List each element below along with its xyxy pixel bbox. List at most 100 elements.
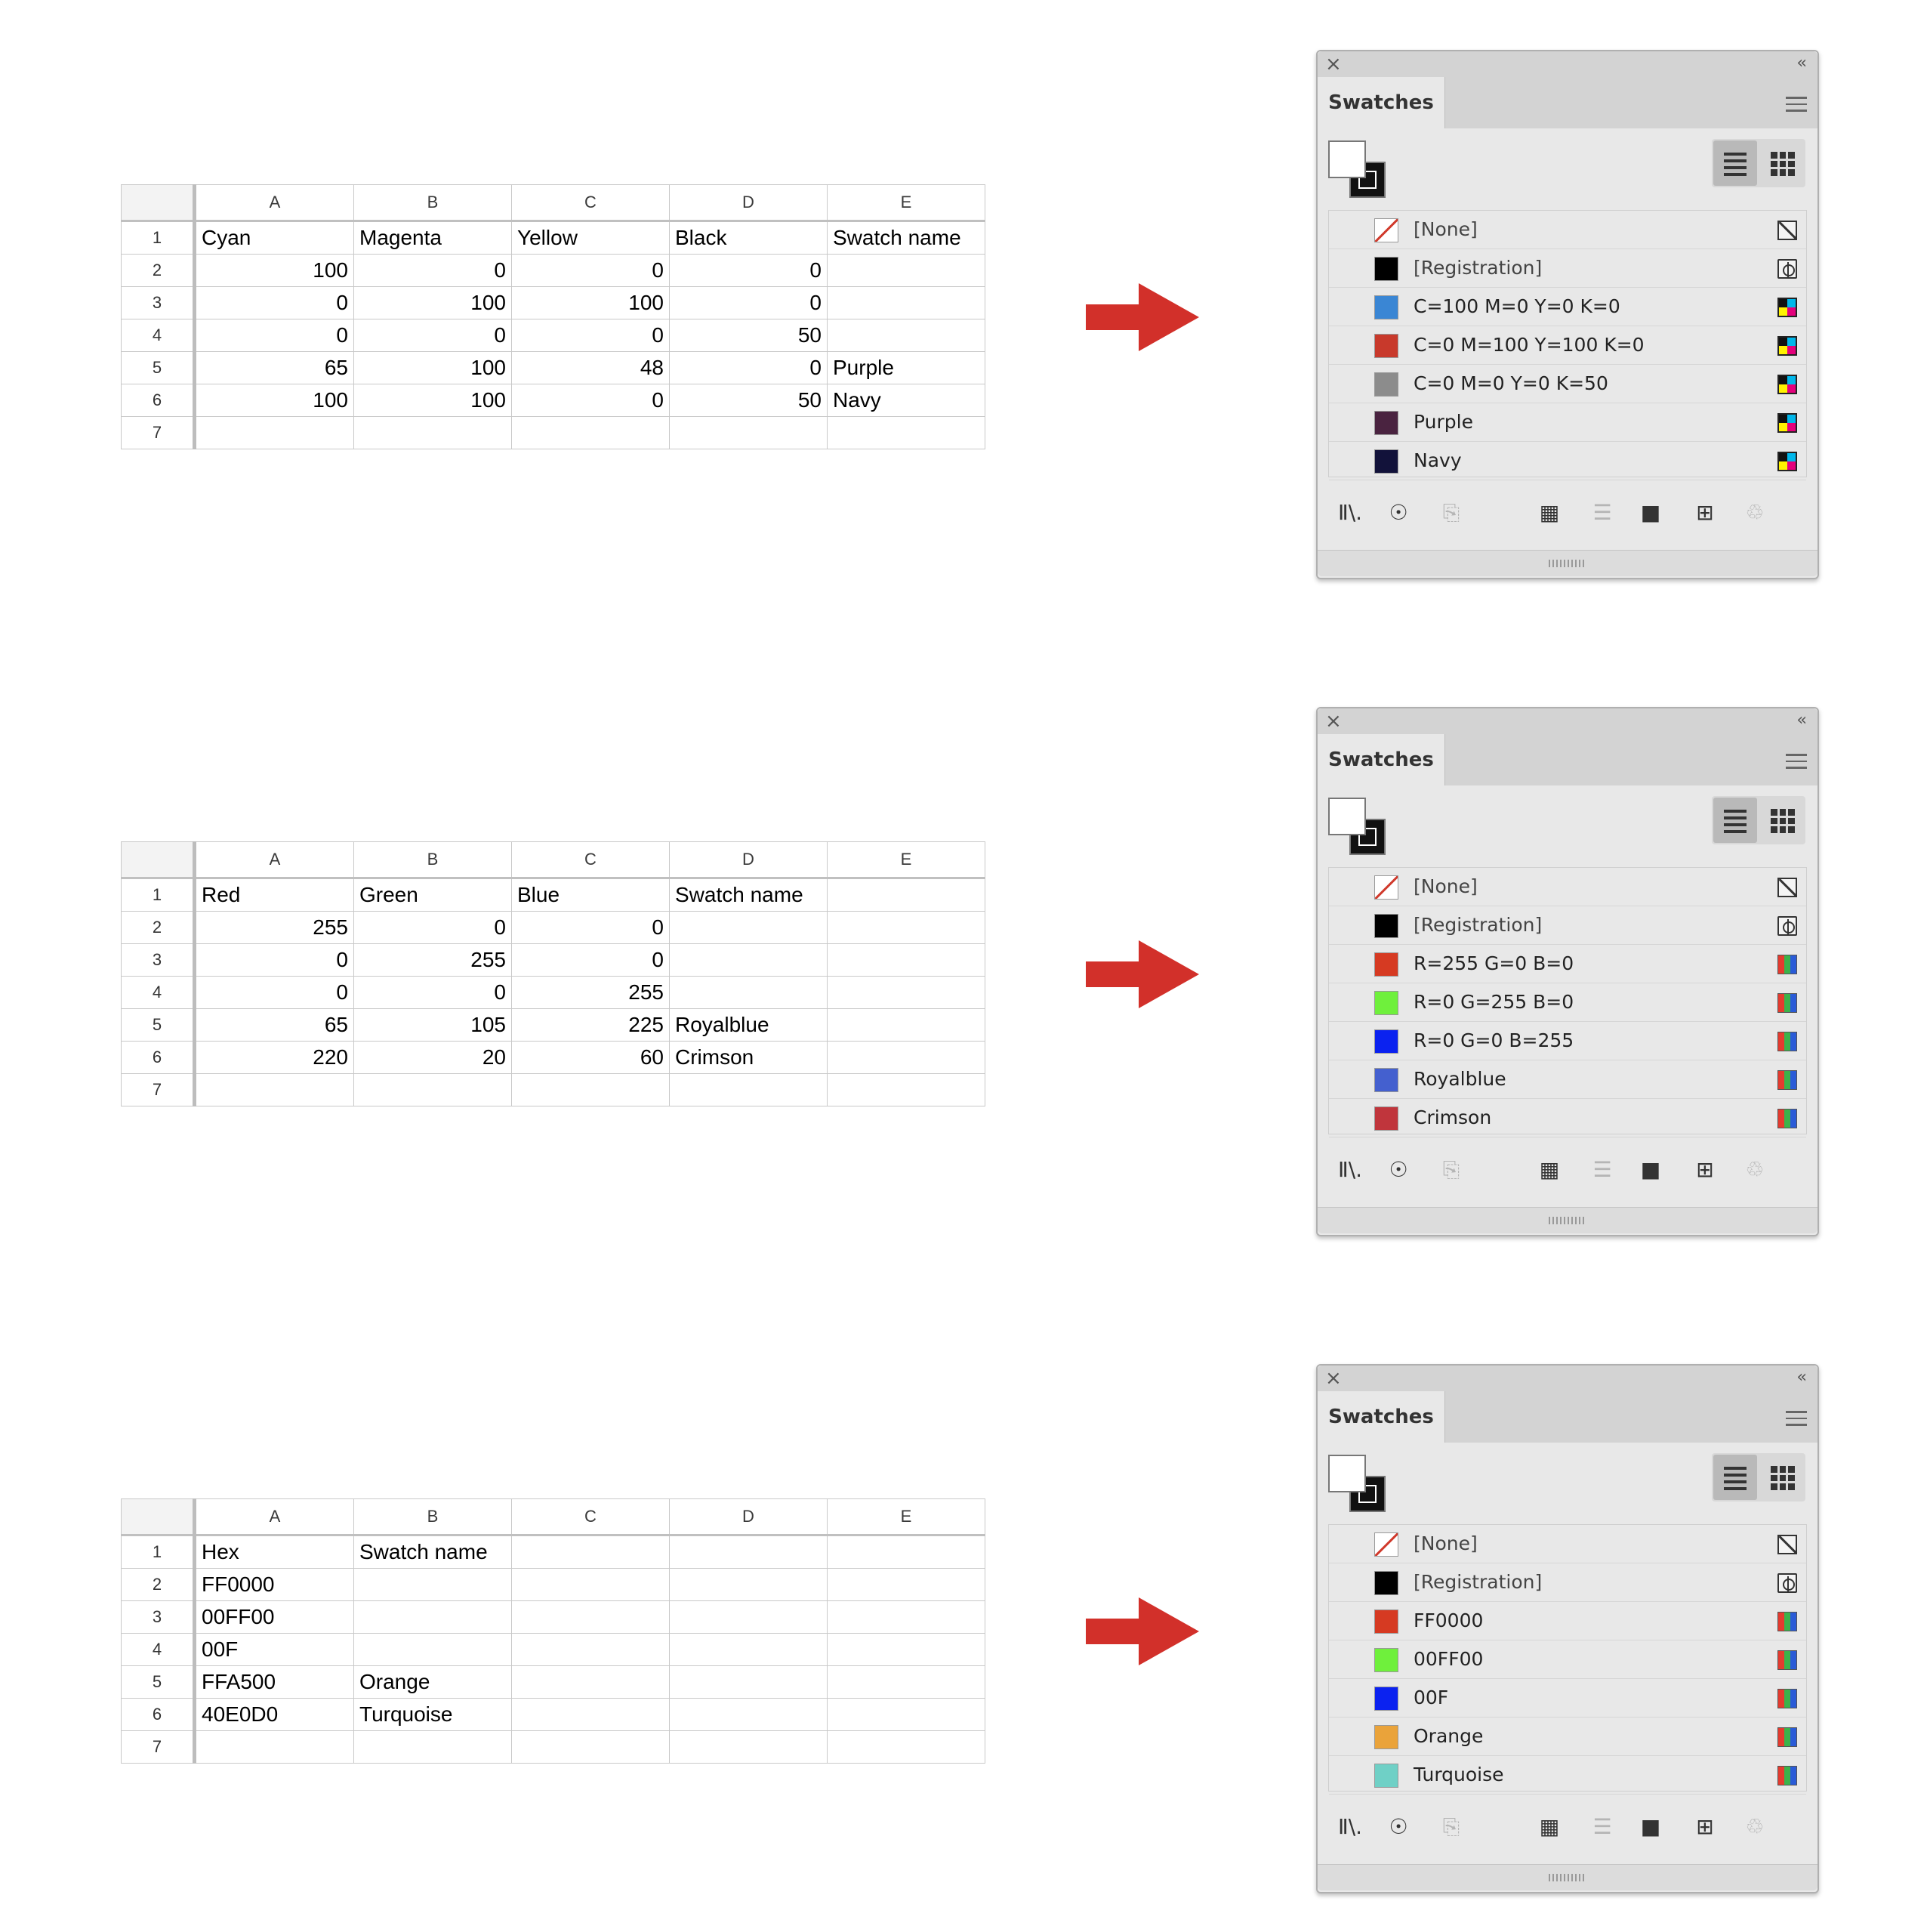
cell-c4[interactable]: 255: [511, 976, 670, 1009]
row-header[interactable]: 5: [121, 351, 196, 384]
fill-stroke-selector[interactable]: [1328, 798, 1389, 858]
cell-c1[interactable]: Yellow: [511, 221, 670, 255]
cell-b5[interactable]: 105: [353, 1008, 512, 1042]
cell-a3[interactable]: 00FF00: [194, 1600, 354, 1634]
swatch-row[interactable]: R=0 G=0 B=255: [1329, 1022, 1806, 1060]
row-header[interactable]: 1: [121, 221, 196, 255]
swatch-row[interactable]: [None]: [1329, 1525, 1806, 1563]
cell-a6[interactable]: 100: [194, 384, 354, 417]
cell-e6[interactable]: [827, 1698, 985, 1731]
cell-d7[interactable]: [669, 416, 828, 449]
panel-titlebar[interactable]: × ‹‹: [1318, 51, 1817, 78]
panel-menu-icon[interactable]: [1786, 1411, 1807, 1430]
swatch-libraries-menu-icon[interactable]: Ⅱ\.: [1337, 1814, 1363, 1840]
cell-b2[interactable]: 0: [353, 911, 512, 944]
swatch-row[interactable]: C=0 M=100 Y=100 K=0: [1329, 326, 1806, 365]
cell-e4[interactable]: [827, 319, 985, 352]
cell-c5[interactable]: [511, 1665, 670, 1699]
close-icon[interactable]: ×: [1325, 1367, 1342, 1390]
row-header[interactable]: 4: [121, 976, 196, 1009]
swatch-row[interactable]: Crimson: [1329, 1099, 1806, 1137]
cell-c7[interactable]: [511, 1073, 670, 1106]
cell-a4[interactable]: 00F: [194, 1633, 354, 1666]
column-header-d[interactable]: D: [669, 184, 828, 222]
cell-c6[interactable]: 60: [511, 1041, 670, 1074]
cell-b1[interactable]: Green: [353, 878, 512, 912]
cell-c2[interactable]: 0: [511, 254, 670, 287]
cell-d7[interactable]: [669, 1073, 828, 1106]
row-header[interactable]: 6: [121, 1698, 196, 1731]
resize-grip[interactable]: [1318, 1864, 1817, 1890]
new-color-group-icon[interactable]: ■: [1638, 1814, 1663, 1840]
cell-a3[interactable]: 0: [194, 943, 354, 977]
tab-swatches[interactable]: Swatches: [1318, 77, 1445, 128]
row-header[interactable]: 5: [121, 1008, 196, 1042]
cell-e4[interactable]: [827, 1633, 985, 1666]
row-header[interactable]: 3: [121, 943, 196, 977]
swatch-libraries-menu-icon[interactable]: Ⅱ\.: [1337, 500, 1363, 526]
new-swatch-icon[interactable]: ⊞: [1692, 1814, 1718, 1840]
cell-b7[interactable]: [353, 1073, 512, 1106]
column-header-c[interactable]: C: [511, 1498, 670, 1536]
row-header[interactable]: 2: [121, 254, 196, 287]
cell-b2[interactable]: 0: [353, 254, 512, 287]
cell-b1[interactable]: Swatch name: [353, 1535, 512, 1569]
list-view-button[interactable]: [1713, 1455, 1757, 1500]
cell-e1[interactable]: [827, 878, 985, 912]
cell-b6[interactable]: 100: [353, 384, 512, 417]
cell-d5[interactable]: 0: [669, 351, 828, 384]
column-header-d[interactable]: D: [669, 1498, 828, 1536]
row-header[interactable]: 6: [121, 384, 196, 417]
row-header[interactable]: 1: [121, 878, 196, 912]
cell-d2[interactable]: [669, 911, 828, 944]
select-all-corner[interactable]: [121, 184, 196, 222]
cell-b4[interactable]: 0: [353, 976, 512, 1009]
new-swatch-icon[interactable]: ⊞: [1692, 500, 1718, 526]
row-header[interactable]: 2: [121, 1568, 196, 1601]
fill-stroke-selector[interactable]: [1328, 140, 1389, 201]
row-header[interactable]: 7: [121, 416, 196, 449]
cell-c2[interactable]: [511, 1568, 670, 1601]
cell-e7[interactable]: [827, 1073, 985, 1106]
cell-c6[interactable]: 0: [511, 384, 670, 417]
row-header[interactable]: 5: [121, 1665, 196, 1699]
cell-d6[interactable]: 50: [669, 384, 828, 417]
fill-stroke-selector[interactable]: [1328, 1455, 1389, 1515]
cell-c1[interactable]: Blue: [511, 878, 670, 912]
fill-box[interactable]: [1328, 798, 1366, 835]
cell-e2[interactable]: [827, 911, 985, 944]
column-header-a[interactable]: A: [194, 184, 354, 222]
column-header-b[interactable]: B: [353, 184, 512, 222]
swatch-row[interactable]: [None]: [1329, 868, 1806, 906]
row-header[interactable]: 7: [121, 1730, 196, 1764]
cell-e6[interactable]: [827, 1041, 985, 1074]
swatch-row[interactable]: 00F: [1329, 1679, 1806, 1718]
select-all-corner[interactable]: [121, 841, 196, 879]
new-color-group-icon[interactable]: ■: [1638, 1157, 1663, 1183]
column-header-e[interactable]: E: [827, 184, 985, 222]
cell-b5[interactable]: 100: [353, 351, 512, 384]
cell-a1[interactable]: Cyan: [194, 221, 354, 255]
cell-a2[interactable]: 100: [194, 254, 354, 287]
list-view-button[interactable]: [1713, 798, 1757, 843]
tab-swatches[interactable]: Swatches: [1318, 734, 1445, 785]
cell-a5[interactable]: 65: [194, 351, 354, 384]
cell-c4[interactable]: 0: [511, 319, 670, 352]
cell-a4[interactable]: 0: [194, 976, 354, 1009]
cell-b3[interactable]: [353, 1600, 512, 1634]
new-swatch-icon[interactable]: ⊞: [1692, 1157, 1718, 1183]
cell-c3[interactable]: [511, 1600, 670, 1634]
cell-d5[interactable]: Royalblue: [669, 1008, 828, 1042]
cell-d5[interactable]: [669, 1665, 828, 1699]
swatch-row[interactable]: Orange: [1329, 1718, 1806, 1756]
swatch-row[interactable]: C=0 M=0 Y=0 K=50: [1329, 365, 1806, 403]
close-icon[interactable]: ×: [1325, 53, 1342, 76]
swatch-options-icon[interactable]: ▦: [1537, 500, 1562, 526]
show-swatch-kinds-icon[interactable]: ☉: [1386, 1814, 1411, 1840]
cell-e5[interactable]: Purple: [827, 351, 985, 384]
cell-d6[interactable]: [669, 1698, 828, 1731]
cell-b3[interactable]: 255: [353, 943, 512, 977]
show-swatch-kinds-icon[interactable]: ☉: [1386, 500, 1411, 526]
column-header-c[interactable]: C: [511, 184, 670, 222]
cell-c4[interactable]: [511, 1633, 670, 1666]
